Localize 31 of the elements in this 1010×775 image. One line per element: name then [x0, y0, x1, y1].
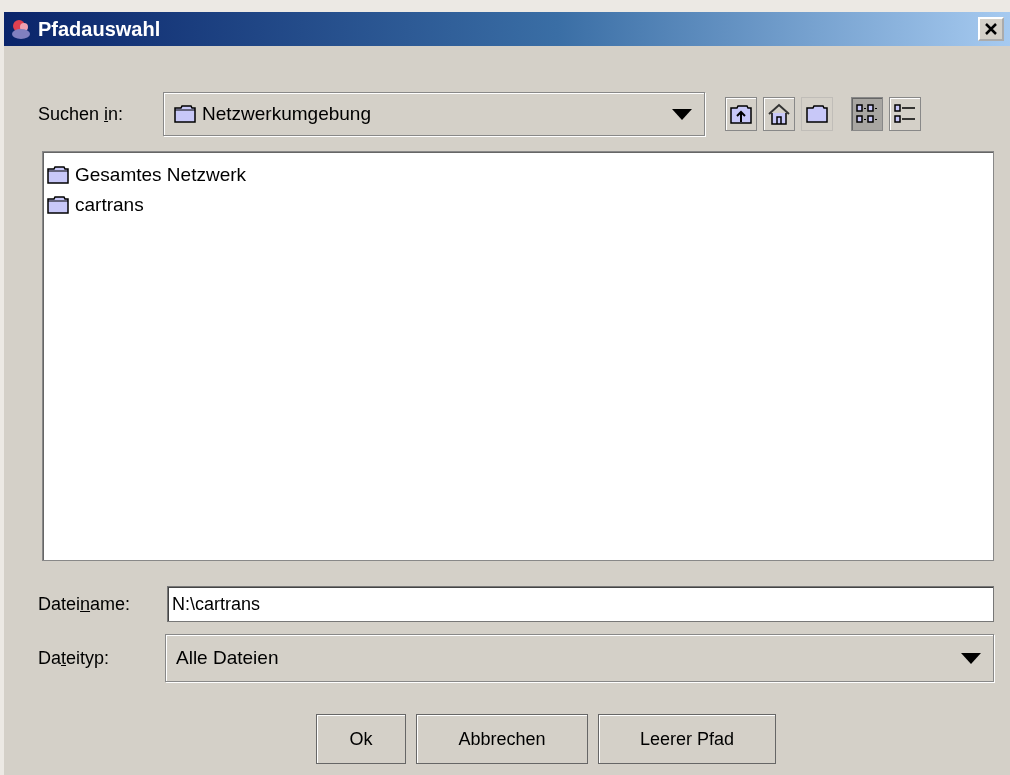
list-view-icon	[856, 103, 878, 125]
folder-icon	[806, 105, 828, 123]
details-button[interactable]	[889, 97, 921, 131]
details-view-icon	[894, 103, 916, 125]
app-icon	[10, 18, 32, 40]
dialog-button[interactable]: Leerer Pfad	[598, 714, 776, 764]
look-in-value: Netzwerkumgebung	[202, 103, 371, 125]
list-button[interactable]	[851, 97, 883, 131]
folder-icon	[47, 196, 69, 214]
home-icon	[768, 103, 790, 125]
dialog-button[interactable]: Ok	[316, 714, 406, 764]
folder-icon	[174, 105, 196, 123]
close-icon	[985, 23, 997, 35]
dialog-button[interactable]: Abbrechen	[416, 714, 588, 764]
file-list-item[interactable]: Gesamtes Netzwerk	[47, 164, 251, 186]
up-button[interactable]	[725, 97, 757, 131]
file-type-dropdown[interactable]: Alle Dateien	[165, 634, 994, 682]
look-in-dropdown[interactable]: Netzwerkumgebung	[163, 92, 705, 136]
file-list-item[interactable]: cartrans	[47, 194, 148, 216]
folder-up-icon	[730, 104, 752, 124]
file-name-label: Dateiname:	[38, 593, 132, 615]
file-name-field[interactable]: N:\cartrans	[167, 586, 994, 622]
caret-icon	[961, 652, 981, 664]
file-type-value: Alle Dateien	[176, 647, 279, 669]
home-button[interactable]	[763, 97, 795, 131]
file-type-label: Dateityp:	[38, 647, 111, 669]
close-button[interactable]	[978, 17, 1004, 41]
folder-icon	[47, 166, 69, 184]
window-title: Pfadauswahl	[38, 17, 161, 41]
caret-icon	[672, 108, 692, 120]
look-in-label: Suchen in:	[38, 103, 125, 125]
